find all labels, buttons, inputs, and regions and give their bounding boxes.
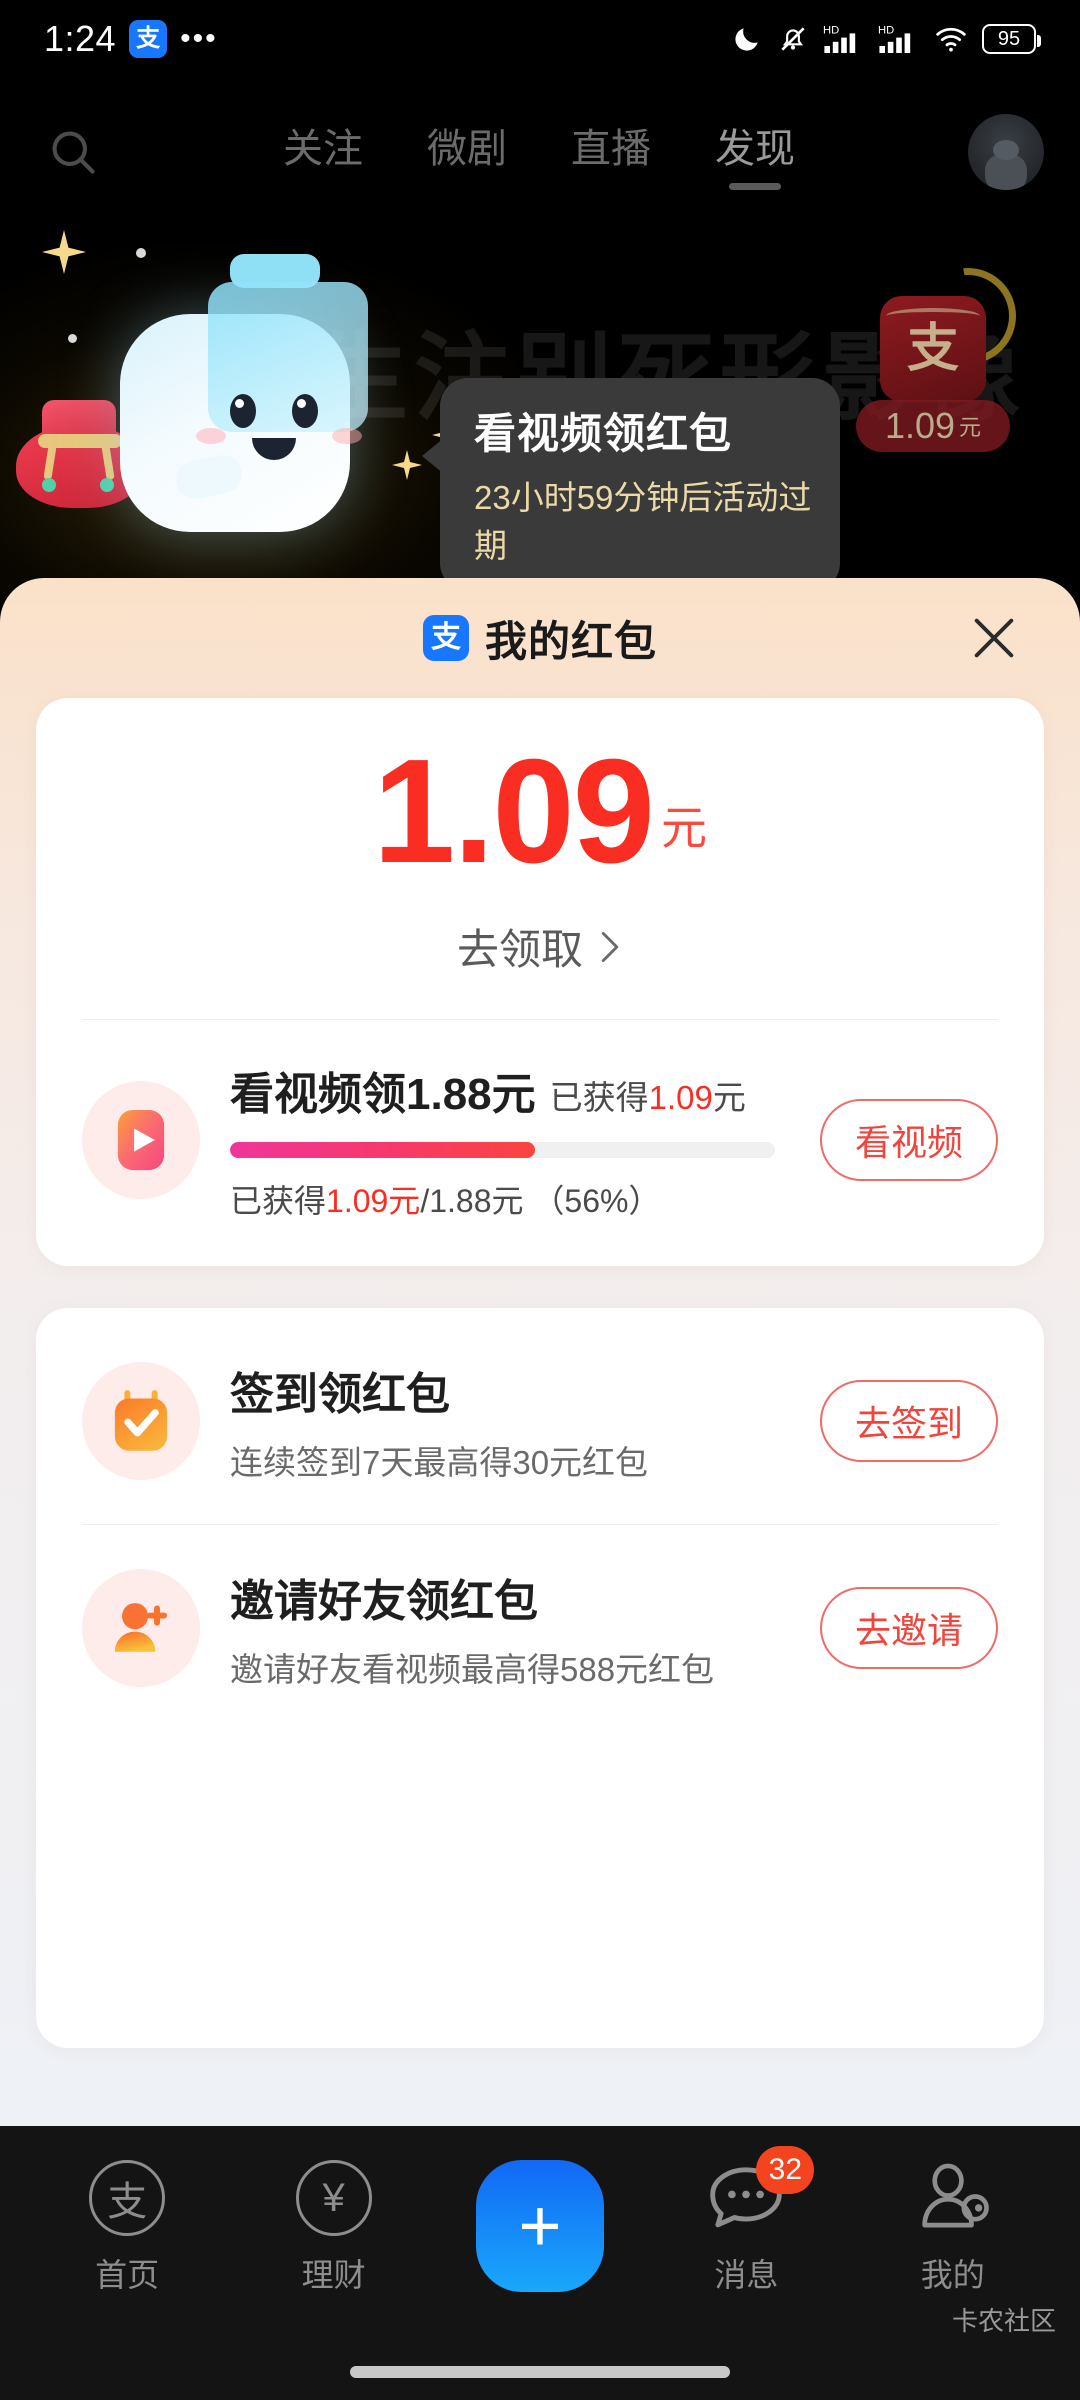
tasks-card: 签到领红包 连续签到7天最高得30元红包 去签到 邀请好友领红包 邀请好友看视频… (36, 1308, 1044, 2049)
tab-faxian[interactable]: 发现 (709, 112, 801, 192)
bottom-nav-finance-label: 理财 (301, 2257, 366, 2293)
phone-screen: 1:24 支 ••• HD HD 95 关注 微剧 直播 发现 支 1.09 元… (0, 0, 1080, 2400)
invite-task-subtitle: 邀请好友看视频最高得588元红包 (230, 1651, 715, 1689)
add-plus-button: + (475, 2160, 604, 2292)
svg-text:HD: HD (823, 24, 839, 36)
page-title: 我的红包 (484, 617, 657, 665)
video-progress-fill (230, 1142, 536, 1159)
close-button[interactable] (962, 606, 1026, 670)
balance-unit: 元 (661, 802, 708, 855)
status-more-icon: ••• (180, 22, 218, 55)
chevron-right-icon (601, 931, 619, 962)
bottom-nav-messages-label: 消息 (714, 2257, 779, 2293)
battery-icon: 95 (982, 24, 1041, 54)
bottom-nav-finance[interactable]: ¥ 理财 (249, 2160, 419, 2296)
alipay-home-icon: 支 (89, 2160, 166, 2236)
battery-level: 95 (997, 28, 1021, 50)
balance-amount: 1.09 (372, 729, 655, 894)
bottom-nav-messages[interactable]: 32 消息 (661, 2146, 831, 2296)
invite-task-title: 邀请好友领红包 (230, 1577, 538, 1627)
profile-person-icon (922, 2163, 989, 2228)
play-video-icon (82, 1081, 200, 1200)
mascot-character (100, 254, 400, 532)
claim-link[interactable]: 去领取 (82, 916, 998, 977)
red-packet-modal: 支 我的红包 1.09 元 去领取 看视频领1.88元 已获得1.09元 已获得… (0, 578, 1080, 2126)
signin-task-row: 签到领红包 连续签到7天最高得30元红包 去签到 (82, 1318, 998, 1524)
bottom-nav-home[interactable]: 支 首页 (42, 2160, 212, 2296)
calendar-check-icon (82, 1362, 200, 1481)
bottom-nav-add[interactable]: + (455, 2160, 625, 2292)
tab-guanzhu[interactable]: 关注 (277, 112, 369, 192)
balance-card: 1.09 元 去领取 看视频领1.88元 已获得1.09元 已获得1.09元/1… (36, 698, 1044, 1267)
video-task-row: 看视频领1.88元 已获得1.09元 已获得1.09元/1.88元 （56%） … (82, 1020, 998, 1226)
invite-task-body: 邀请好友领红包 邀请好友看视频最高得588元红包 (230, 1565, 790, 1691)
tooltip-title: 看视频领红包 (474, 410, 733, 457)
tab-weiju[interactable]: 微剧 (421, 112, 513, 192)
invite-task-row: 邀请好友领红包 邀请好友看视频最高得588元红包 去邀请 (82, 1525, 998, 1731)
balance-amount-row: 1.09 元 (82, 729, 998, 894)
video-progress-bar (230, 1142, 775, 1159)
bottom-nav-items: 支 首页 ¥ 理财 + 32 消息 我的 (0, 2126, 1080, 2296)
signin-task-body: 签到领红包 连续签到7天最高得30元红包 (230, 1358, 790, 1484)
modal-title-group: 支 我的红包 (422, 608, 657, 669)
red-packet-amount-pill: 1.09 元 (856, 400, 1010, 452)
bottom-nav-profile[interactable]: 我的 (868, 2160, 1038, 2296)
promo-tooltip[interactable]: 看视频领红包 23小时59分钟后活动过期 (422, 378, 840, 591)
sparkle-dot (68, 334, 77, 343)
top-navigation: 关注 微剧 直播 发现 (0, 104, 1080, 200)
wifi-icon (936, 27, 966, 52)
video-task-title: 看视频领1.88元 (230, 1070, 536, 1120)
status-bar: 1:24 支 ••• HD HD 95 (0, 0, 1080, 78)
bottom-navigation: 支 首页 ¥ 理财 + 32 消息 我的 卡农社区 (0, 2126, 1080, 2400)
tooltip-subtitle: 23小时59分钟后活动过期 (474, 479, 812, 564)
signin-task-title: 签到领红包 (230, 1370, 450, 1420)
red-packet-illustration: 支 1.09 元 (846, 262, 1016, 452)
go-invite-button[interactable]: 去邀请 (820, 1587, 998, 1670)
status-time: 1:24 (44, 18, 117, 59)
video-task-body: 看视频领1.88元 已获得1.09元 已获得1.09元/1.88元 （56%） (230, 1058, 790, 1222)
community-watermark: 卡农社区 (951, 2306, 1056, 2336)
moon-dnd-icon (735, 28, 758, 51)
hd-signal-icon: HD (823, 24, 856, 53)
video-progress-text: 已获得1.09元/1.88元 （56%） (230, 1183, 661, 1220)
yuan-finance-icon: ¥ (295, 2160, 372, 2236)
signin-task-subtitle: 连续签到7天最高得30元红包 (230, 1444, 649, 1482)
alipay-logo-icon: 支 (422, 615, 469, 661)
bottom-nav-profile-label: 我的 (920, 2257, 985, 2293)
message-badge: 32 (756, 2146, 815, 2194)
sparkle-dot (136, 248, 146, 258)
red-packet-amount: 1.09 (884, 405, 956, 446)
alipay-status-icon: 支 (129, 20, 168, 58)
claim-label: 去领取 (456, 926, 583, 974)
red-packet-unit: 元 (959, 415, 982, 440)
video-task-title-row: 看视频领1.88元 已获得1.09元 (230, 1058, 790, 1122)
modal-header: 支 我的红包 (0, 578, 1080, 698)
nav-tab-list: 关注 微剧 直播 发现 (110, 112, 968, 192)
hd-signal-icon: HD (878, 24, 911, 53)
watch-video-button[interactable]: 看视频 (820, 1099, 998, 1182)
red-packet-logo: 支 (906, 320, 959, 378)
go-signin-button[interactable]: 去签到 (820, 1380, 998, 1463)
bottom-nav-home-label: 首页 (95, 2257, 160, 2293)
status-bar-right: HD HD 95 (731, 22, 1041, 56)
svg-text:HD: HD (878, 24, 894, 36)
invite-friend-icon (82, 1569, 200, 1688)
tab-zhibo[interactable]: 直播 (565, 112, 657, 192)
status-bar-left: 1:24 支 ••• (44, 18, 218, 60)
bell-muted-icon (781, 27, 805, 51)
search-icon (52, 131, 95, 174)
close-icon (974, 618, 1014, 658)
video-task-earned: 已获得1.09元 (549, 1079, 746, 1117)
home-indicator (350, 2366, 730, 2378)
avatar[interactable] (968, 114, 1044, 190)
search-button[interactable] (36, 115, 110, 189)
